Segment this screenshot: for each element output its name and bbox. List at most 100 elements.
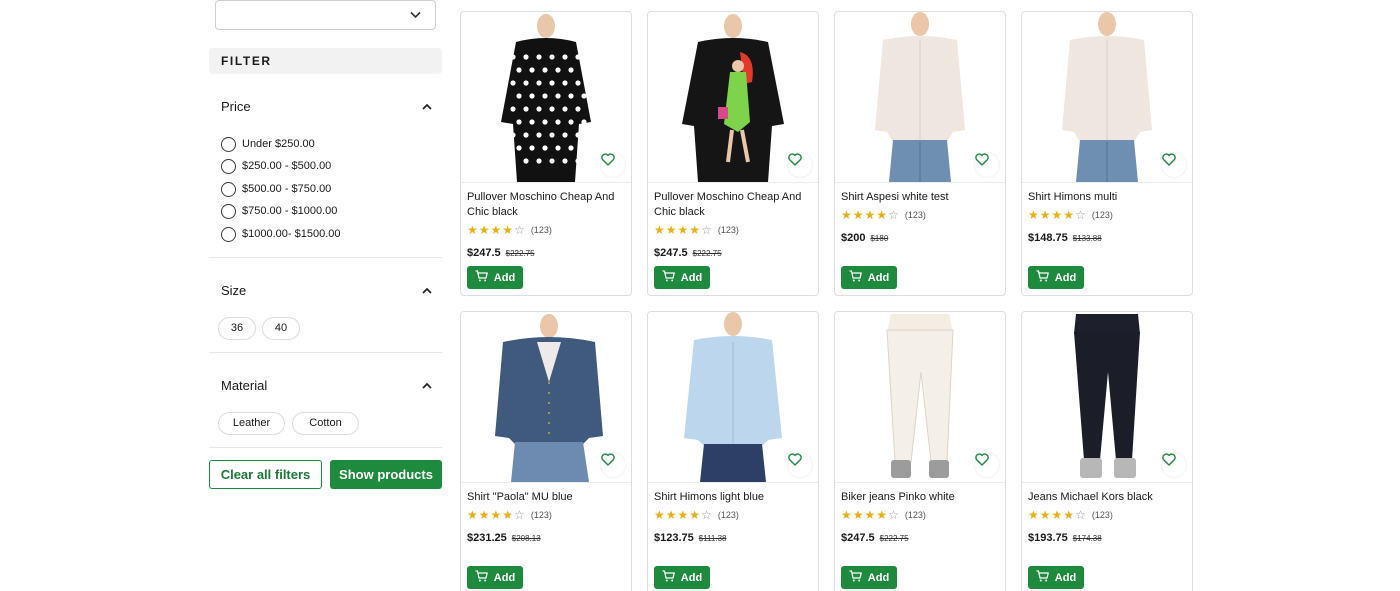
product-card[interactable]: Shirt Himons light blue ★ ★ ★ ★ ☆ (123) $123.… <box>647 311 819 591</box>
star-filled-icon: ★ <box>1051 508 1063 522</box>
cart-icon <box>1036 570 1055 585</box>
chevron-up-icon[interactable] <box>422 287 432 294</box>
heart-icon[interactable] <box>788 153 812 177</box>
product-image[interactable] <box>835 12 1005 183</box>
product-image[interactable] <box>648 312 818 483</box>
radio-button[interactable] <box>221 181 236 197</box>
size-option-40[interactable]: 40 <box>262 317 300 340</box>
product-name[interactable]: Shirt "Paola" MU blue <box>467 490 625 505</box>
product-price: $231.25 $208.13 <box>467 532 541 544</box>
add-to-cart-button[interactable]: Add <box>841 266 897 289</box>
heart-icon[interactable] <box>1162 153 1186 177</box>
star-empty-icon: ☆ <box>514 223 525 237</box>
review-count: (123) <box>904 510 926 520</box>
old-price: $111.38 <box>698 534 727 543</box>
add-to-cart-button[interactable]: Add <box>654 266 710 289</box>
cart-icon <box>849 570 868 585</box>
product-name[interactable]: Biker jeans Pinko white <box>841 490 999 505</box>
product-name[interactable]: Shirt Aspesi white test <box>841 190 999 205</box>
price-option-4[interactable]: $1000.00- $1500.00 <box>221 226 340 242</box>
add-button-label: Add <box>867 571 890 584</box>
current-price: $193.75 <box>1028 532 1068 544</box>
review-count: (123) <box>530 225 552 235</box>
star-filled-icon: ★ <box>689 508 701 522</box>
size-option-36[interactable]: 36 <box>218 317 256 340</box>
product-card[interactable]: Biker jeans Pinko white ★ ★ ★ ★ ☆ (123) $247.… <box>834 311 1006 591</box>
add-to-cart-button[interactable]: Add <box>467 566 523 589</box>
clear-all-filters-button[interactable]: Clear all filters <box>209 460 322 489</box>
cart-icon <box>662 270 681 285</box>
price-option-label: $500.00 - $750.00 <box>242 183 332 195</box>
product-card[interactable]: Pullover Moschino Cheap And Chic black ★… <box>460 11 632 296</box>
add-to-cart-button[interactable]: Add <box>467 266 523 289</box>
product-image[interactable] <box>1022 312 1192 483</box>
product-rating: ★ ★ ★ ★ ☆ (123) <box>841 209 926 221</box>
current-price: $148.75 <box>1028 232 1068 244</box>
material-option-cotton[interactable]: Cotton <box>292 412 359 435</box>
current-price: $200 <box>841 232 866 244</box>
product-card[interactable]: Shirt "Paola" MU blue ★ ★ ★ ★ ☆ (123) $231.25… <box>460 311 632 591</box>
show-products-button[interactable]: Show products <box>330 460 442 489</box>
price-section-title[interactable]: Price <box>221 99 251 114</box>
product-image[interactable] <box>1022 12 1192 183</box>
product-name[interactable]: Jeans Michael Kors black <box>1028 490 1186 505</box>
add-to-cart-button[interactable]: Add <box>841 566 897 589</box>
material-option-leather[interactable]: Leather <box>218 412 285 435</box>
review-count: (123) <box>717 510 739 520</box>
star-filled-icon: ★ <box>876 508 888 522</box>
product-card[interactable]: Pullover Moschino Cheap And Chic black ★… <box>647 11 819 296</box>
product-image[interactable] <box>461 312 631 483</box>
product-rating: ★ ★ ★ ★ ☆ (123) <box>1028 209 1113 221</box>
sort-select[interactable] <box>215 0 436 30</box>
heart-icon[interactable] <box>788 453 812 477</box>
star-filled-icon: ★ <box>677 508 689 522</box>
price-option-2[interactable]: $500.00 - $750.00 <box>221 181 331 197</box>
add-to-cart-button[interactable]: Add <box>1028 266 1084 289</box>
heart-icon[interactable] <box>601 153 625 177</box>
product-rating: ★ ★ ★ ★ ☆ (123) <box>467 509 552 521</box>
heart-icon[interactable] <box>975 153 999 177</box>
radio-button[interactable] <box>221 203 236 219</box>
product-image[interactable] <box>835 312 1005 483</box>
add-to-cart-button[interactable]: Add <box>654 566 710 589</box>
product-name[interactable]: Shirt Himons light blue <box>654 490 812 505</box>
star-filled-icon: ★ <box>677 223 689 237</box>
product-card[interactable]: Shirt Himons multi ★ ★ ★ ★ ☆ (123) $148.75 $1… <box>1021 11 1193 296</box>
product-image[interactable] <box>461 12 631 183</box>
heart-icon[interactable] <box>601 453 625 477</box>
price-option-0[interactable]: Under $250.00 <box>221 136 315 152</box>
add-button-label: Add <box>680 271 703 284</box>
old-price: $180 <box>870 234 889 243</box>
heart-icon[interactable] <box>975 453 999 477</box>
product-card[interactable]: Shirt Aspesi white test ★ ★ ★ ★ ☆ (123) $200 … <box>834 11 1006 296</box>
price-option-3[interactable]: $750.00 - $1000.00 <box>221 203 337 219</box>
star-filled-icon: ★ <box>852 208 864 222</box>
price-option-1[interactable]: $250.00 - $500.00 <box>221 158 331 174</box>
star-filled-icon: ★ <box>852 508 864 522</box>
star-filled-icon: ★ <box>502 508 514 522</box>
product-price: $193.75 $174.38 <box>1028 532 1102 544</box>
product-name[interactable]: Pullover Moschino Cheap And Chic black <box>654 190 812 220</box>
material-section-title[interactable]: Material <box>221 378 267 393</box>
radio-button[interactable] <box>221 226 236 242</box>
chevron-up-icon[interactable] <box>422 103 432 110</box>
star-filled-icon: ★ <box>1028 208 1039 222</box>
chevron-up-icon[interactable] <box>422 382 432 389</box>
product-price: $247.5 $222.75 <box>841 532 909 544</box>
price-option-label: $250.00 - $500.00 <box>242 160 332 172</box>
star-filled-icon: ★ <box>841 508 852 522</box>
radio-button[interactable] <box>221 136 236 152</box>
product-card[interactable]: Jeans Michael Kors black ★ ★ ★ ★ ☆ (123) $193… <box>1021 311 1193 591</box>
product-image[interactable] <box>648 12 818 183</box>
star-filled-icon: ★ <box>1063 508 1075 522</box>
heart-icon[interactable] <box>1162 453 1186 477</box>
star-filled-icon: ★ <box>876 208 888 222</box>
radio-button[interactable] <box>221 158 236 174</box>
product-name[interactable]: Shirt Himons multi <box>1028 190 1186 205</box>
star-filled-icon: ★ <box>490 223 502 237</box>
add-to-cart-button[interactable]: Add <box>1028 566 1084 589</box>
star-empty-icon: ☆ <box>701 223 712 237</box>
product-name[interactable]: Pullover Moschino Cheap And Chic black <box>467 190 625 220</box>
add-button-label: Add <box>867 271 890 284</box>
size-section-title[interactable]: Size <box>221 283 246 298</box>
